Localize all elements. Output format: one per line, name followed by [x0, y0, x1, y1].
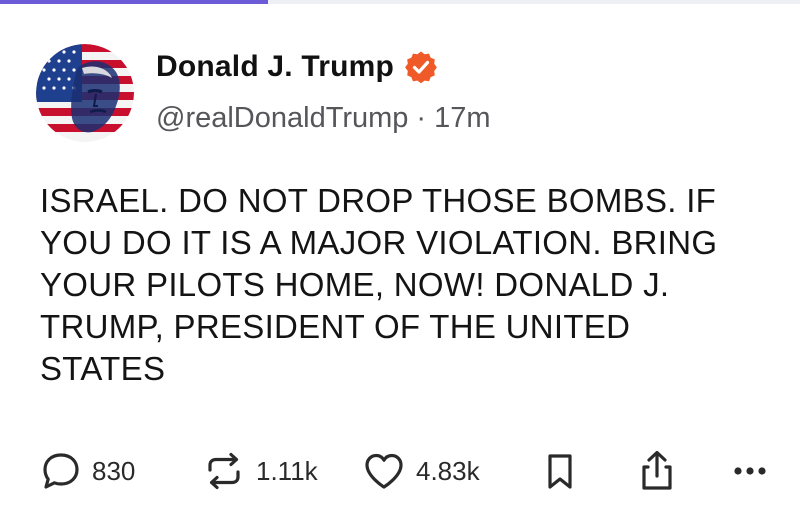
reply-button[interactable]: 830 [40, 448, 135, 494]
repost-button[interactable]: 1.11k [202, 448, 318, 494]
post-body-text: ISRAEL. DO NOT DROP THOSE BOMBS. IF YOU … [40, 182, 718, 387]
more-options-button[interactable] [730, 448, 770, 494]
meta-separator: · [416, 101, 427, 134]
repost-icon [208, 452, 240, 490]
like-count: 4.83k [416, 455, 480, 486]
flag-portrait-avatar [36, 44, 134, 142]
verified-badge-icon [405, 51, 437, 84]
post-actions-bar: 830 1.11k 4.83k [40, 448, 770, 494]
author-meta-row: @realDonaldTrump · 17m [156, 98, 491, 138]
more-icon [734, 467, 766, 475]
like-button[interactable]: 4.83k [362, 448, 480, 494]
post-card: Donald J. Trump @realDonaldTrump · 17m I… [0, 0, 800, 518]
author-display-name[interactable]: Donald J. Trump [156, 50, 394, 84]
reply-icon [43, 453, 79, 489]
author-name-row: Donald J. Trump [156, 44, 438, 90]
heart-icon [365, 453, 403, 489]
share-icon [642, 450, 672, 490]
reply-count: 830 [92, 455, 136, 486]
bookmark-button[interactable] [540, 448, 580, 494]
post-timestamp[interactable]: 17m [434, 102, 490, 135]
author-handle[interactable]: @realDonaldTrump [156, 102, 408, 135]
repost-count: 1.11k [256, 455, 318, 486]
avatar[interactable] [36, 44, 134, 142]
share-button[interactable] [636, 448, 678, 494]
bookmark-icon [548, 454, 572, 489]
